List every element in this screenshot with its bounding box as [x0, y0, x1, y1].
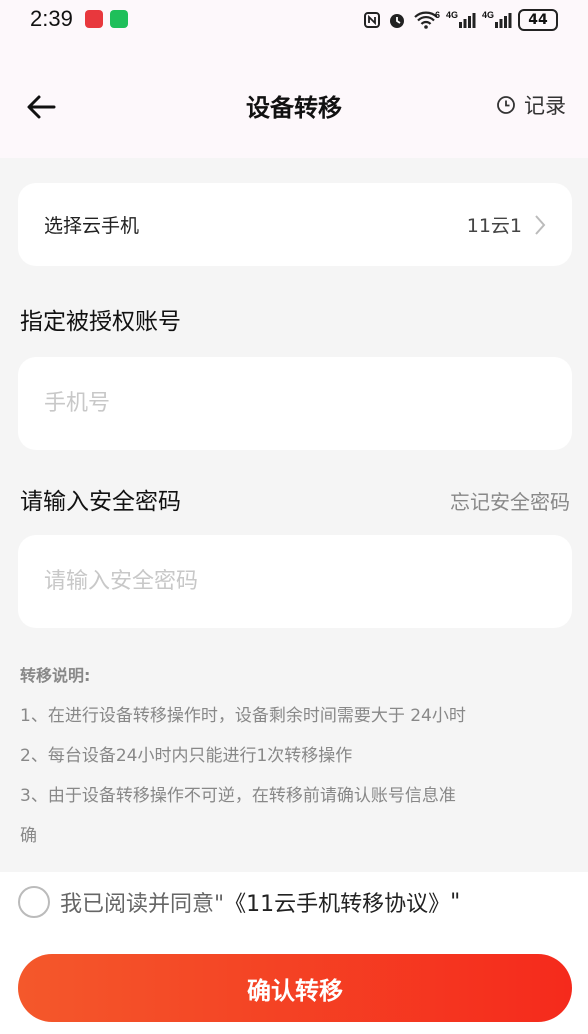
forgot-password-link[interactable]: 忘记安全密码 [450, 486, 570, 515]
clock-icon [497, 96, 515, 114]
agreement-checkbox[interactable] [18, 886, 50, 918]
wifi-badge: 6 [434, 10, 440, 20]
authorized-account-label: 指定被授权账号 [20, 309, 181, 335]
agreement-row: 我已阅读并同意" 《11云手机转移协议》 " [18, 886, 460, 918]
bottom-panel: 我已阅读并同意" 《11云手机转移协议》 " 确认转移 [0, 872, 588, 1034]
security-password-input[interactable] [44, 569, 546, 594]
app-notification-icon [85, 10, 103, 28]
note-line: 确 [20, 826, 37, 846]
password-input-card [18, 535, 572, 628]
cellular-signal-icon-2: 4G [482, 9, 512, 31]
notes-title: 转移说明: [20, 666, 91, 685]
confirm-transfer-button[interactable]: 确认转移 [18, 954, 572, 1022]
wechat-notification-icon [110, 10, 128, 28]
records-label: 记录 [524, 94, 566, 118]
security-password-label: 请输入安全密码 [20, 489, 181, 515]
note-line: 2、每台设备24小时内只能进行1次转移操作 [20, 746, 353, 766]
status-icons: 6 4G 4G 44 [363, 8, 558, 32]
cellular-signal-icon: 4G [446, 9, 476, 31]
wifi-icon: 6 [413, 9, 440, 31]
select-cloud-phone-row[interactable]: 选择云手机 11云1 [18, 183, 572, 266]
status-bar: 2:39 6 4G 4G 44 [0, 0, 588, 40]
signal-label-2: 4G [481, 10, 494, 20]
agreement-prefix: 我已阅读并同意" [60, 892, 225, 917]
nfc-icon [363, 9, 381, 31]
agreement-suffix: " [450, 889, 461, 915]
signal-label: 4G [445, 10, 458, 20]
agreement-link[interactable]: 《11云手机转移协议》 [224, 886, 450, 918]
alarm-icon [387, 9, 407, 31]
note-line: 3、由于设备转移操作不可逆，在转移前请确认账号信息准 [20, 786, 456, 806]
chevron-right-icon [535, 214, 546, 235]
select-phone-label: 选择云手机 [44, 215, 140, 237]
phone-number-input[interactable] [44, 391, 546, 416]
phone-input-card [18, 357, 572, 450]
battery-icon: 44 [518, 9, 558, 31]
note-line: 1、在进行设备转移操作时，设备剩余时间需要大于 24小时 [20, 706, 466, 726]
transfer-notes: 转移说明: 1、在进行设备转移操作时，设备剩余时间需要大于 24小时 2、每台设… [20, 662, 570, 856]
selected-phone-value: 11云1 [466, 215, 522, 237]
status-time: 2:39 [30, 6, 73, 31]
header: 设备转移 记录 [0, 60, 588, 150]
records-button[interactable]: 记录 [496, 90, 566, 120]
